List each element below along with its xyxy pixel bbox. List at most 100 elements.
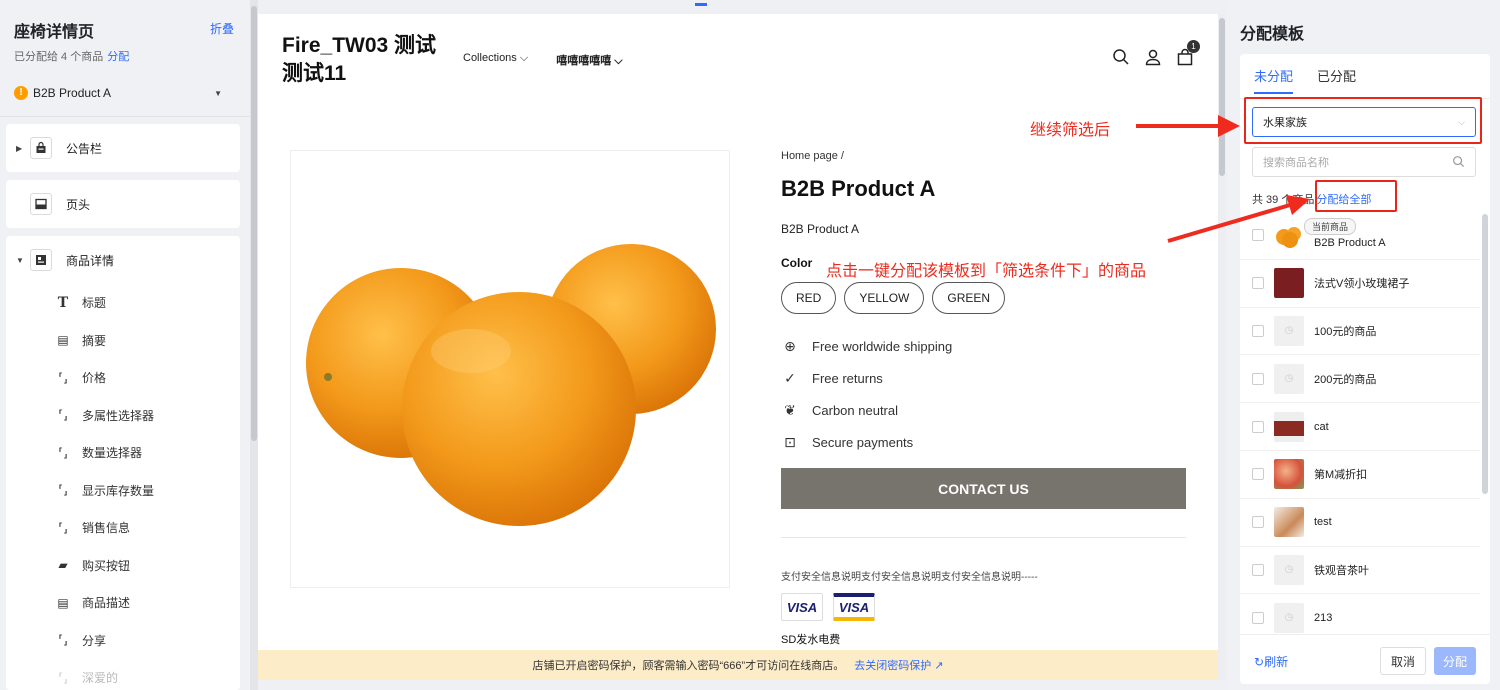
section-label: 页头 xyxy=(66,197,91,212)
filter-annotation: 继续筛选后 xyxy=(1030,122,1111,139)
caret-right-icon[interactable]: ▶ xyxy=(16,144,30,153)
feature-item: ⊕ Free worldwide shipping xyxy=(781,330,1186,362)
detail-item-stock[interactable]: ⸢⸥ 显示库存数量 xyxy=(6,472,240,510)
orange-thumbnail xyxy=(1274,220,1304,251)
nav-menu[interactable]: 嘻嘻嘻嘻嘻 ⌵ xyxy=(556,52,622,68)
warning-icon: ! xyxy=(14,86,28,100)
detail-item-description[interactable]: ▤ 商品描述 xyxy=(6,584,240,622)
person-thumbnail xyxy=(1274,411,1304,442)
section-product-detail[interactable]: ▼ 商品详情 T 标题 ▤ 摘要 ⸢⸥ 价格 ⸢⸥ 多属性选择器 ⸢⸥ 数量选择器 ⸢⸥ 显… xyxy=(6,236,240,690)
assign-tabs: 未分配 已分配 xyxy=(1254,66,1356,94)
bracket-icon: ⸢⸥ xyxy=(58,445,68,460)
detail-item-price[interactable]: ⸢⸥ 价格 xyxy=(6,359,240,397)
item-name: 铁观音茶叶 xyxy=(1314,564,1369,577)
breadcrumb[interactable]: Home page / xyxy=(781,150,1186,162)
caret-down-icon[interactable]: ▼ xyxy=(16,256,30,265)
list-item[interactable]: ◷ 100元的商品 xyxy=(1240,308,1480,356)
color-chip-yellow[interactable]: YELLOW xyxy=(844,282,925,314)
detail-item-title[interactable]: T 标题 xyxy=(6,284,240,322)
list-item[interactable]: 法式V领小玫瑰裙子 xyxy=(1240,260,1480,308)
list-item[interactable]: 第M减折扣 xyxy=(1240,451,1480,499)
item-checkbox[interactable] xyxy=(1252,468,1264,481)
placeholder-image-icon: ◷ xyxy=(1274,315,1304,346)
item-name: cat xyxy=(1314,420,1329,433)
bracket-icon: ⸢⸥ xyxy=(58,408,68,423)
caret-down-icon: ▼ xyxy=(214,88,222,98)
detail-item-summary[interactable]: ▤ 摘要 xyxy=(6,322,240,360)
sidebar-header: 座椅详情页 折叠 已分配给 4 个商品 分配 xyxy=(14,18,236,64)
product-list: 当前商品 B2B Product A 法式V领小玫瑰裙子 ◷ 100元的商品 ◷… xyxy=(1240,212,1480,643)
detail-item-variant-selector[interactable]: ⸢⸥ 多属性选择器 xyxy=(6,397,240,435)
product-info: Home page / B2B Product A B2B Product A … xyxy=(781,150,1186,647)
section-announcement[interactable]: ▶ 公告栏 xyxy=(6,124,240,172)
tab-unassigned[interactable]: 未分配 xyxy=(1254,66,1294,94)
visa-card-icon: VISA xyxy=(781,593,823,621)
oranges-image xyxy=(306,244,716,526)
scrollbar-thumb[interactable] xyxy=(251,6,257,441)
check-circle-icon: ✓ xyxy=(784,369,796,386)
item-checkbox[interactable] xyxy=(1252,229,1264,242)
buy-icon: ▰ xyxy=(58,558,68,573)
product-select[interactable]: ! B2B Product A ▼ xyxy=(14,82,236,104)
assign-card: 未分配 已分配 水果家族 ⌵ 搜索商品名称 共 39 个商品 分配给全部 当前商品 xyxy=(1240,54,1490,684)
detail-item-buy-button[interactable]: ▰ 购买按钮 xyxy=(6,547,240,585)
detail-item-favorite[interactable]: ⸢⸥ 深爱的 xyxy=(6,659,240,690)
list-item[interactable]: cat xyxy=(1240,403,1480,451)
detail-item-quantity-selector[interactable]: ⸢⸥ 数量选择器 xyxy=(6,434,240,472)
detail-icon xyxy=(30,249,52,271)
password-notice-bar: 店铺已开启密码保护，顾客需输入密码“666”才可访问在线商店。 去关闭密码保护 … xyxy=(258,650,1218,680)
item-checkbox[interactable] xyxy=(1252,420,1264,433)
product-title: B2B Product A xyxy=(781,176,936,201)
item-checkbox[interactable] xyxy=(1252,324,1264,337)
store-name[interactable]: Fire_TW03 测试 测试11 xyxy=(282,32,452,88)
color-chip-green[interactable]: GREEN xyxy=(932,282,1006,314)
preview-scrollbar[interactable] xyxy=(1218,14,1226,680)
fold-button[interactable]: 折叠 xyxy=(210,20,234,37)
product-search-input[interactable]: 搜索商品名称 xyxy=(1252,147,1476,177)
item-checkbox[interactable] xyxy=(1252,372,1264,385)
item-checkbox[interactable] xyxy=(1252,516,1264,529)
item-checkbox[interactable] xyxy=(1252,563,1264,576)
account-icon[interactable] xyxy=(1144,48,1162,66)
contact-us-button[interactable]: CONTACT US xyxy=(781,468,1186,509)
feature-item: ❦ Carbon neutral xyxy=(781,394,1186,426)
cart-icon[interactable]: 1 xyxy=(1176,40,1200,66)
refresh-button[interactable]: ↻刷新 xyxy=(1254,653,1288,670)
tab-assigned[interactable]: 已分配 xyxy=(1317,66,1356,94)
feature-item: ⊡ Secure payments xyxy=(781,426,1186,458)
cancel-button[interactable]: 取消 xyxy=(1380,647,1426,675)
list-item[interactable]: test xyxy=(1240,499,1480,547)
item-name: 213 xyxy=(1314,611,1333,624)
assign-button[interactable]: 分配 xyxy=(1434,647,1476,675)
search-icon xyxy=(1452,155,1465,171)
panel-title: 分配模板 xyxy=(1240,26,1305,43)
bracket-icon: ⸢⸥ xyxy=(58,370,68,385)
section-header[interactable]: 页头 xyxy=(6,180,240,228)
item-checkbox[interactable] xyxy=(1252,611,1264,624)
bracket-icon: ⸢⸥ xyxy=(58,670,68,685)
assign-link[interactable]: 分配 xyxy=(107,51,129,63)
globe-icon: ⊕ xyxy=(784,337,796,354)
nav-collections[interactable]: Collections ⌵ xyxy=(463,52,528,68)
search-icon[interactable] xyxy=(1112,48,1130,66)
list-item[interactable]: ◷ 200元的商品 xyxy=(1240,355,1480,404)
template-sidebar: 座椅详情页 折叠 已分配给 4 个商品 分配 ! B2B Product A ▼ … xyxy=(0,0,250,690)
leaf-icon: ❦ xyxy=(784,401,796,418)
scrollbar-thumb[interactable] xyxy=(1219,18,1225,176)
color-chip-red[interactable]: RED xyxy=(781,282,837,314)
divider xyxy=(0,116,250,117)
detail-item-sales-info[interactable]: ⸢⸥ 销售信息 xyxy=(6,509,240,547)
product-image[interactable] xyxy=(290,150,730,588)
item-checkbox[interactable] xyxy=(1252,277,1264,290)
list-item[interactable]: 当前商品 B2B Product A xyxy=(1240,212,1480,260)
sd-fee-text: SD发水电费 xyxy=(781,634,841,646)
disable-password-link[interactable]: 去关闭密码保护 ↗ xyxy=(854,657,943,673)
item-name: B2B Product A xyxy=(1314,237,1386,250)
refresh-icon: ↻ xyxy=(1254,655,1265,669)
lock-box-icon: ⊡ xyxy=(784,433,796,450)
detail-item-share[interactable]: ⸢⸥ 分享 xyxy=(6,622,240,660)
list-item[interactable]: ◷ 铁观音茶叶 xyxy=(1240,547,1480,595)
list-scrollbar[interactable] xyxy=(1482,214,1488,494)
header-icons: 1 xyxy=(1112,40,1200,66)
sidebar-scrollbar[interactable] xyxy=(250,0,258,690)
